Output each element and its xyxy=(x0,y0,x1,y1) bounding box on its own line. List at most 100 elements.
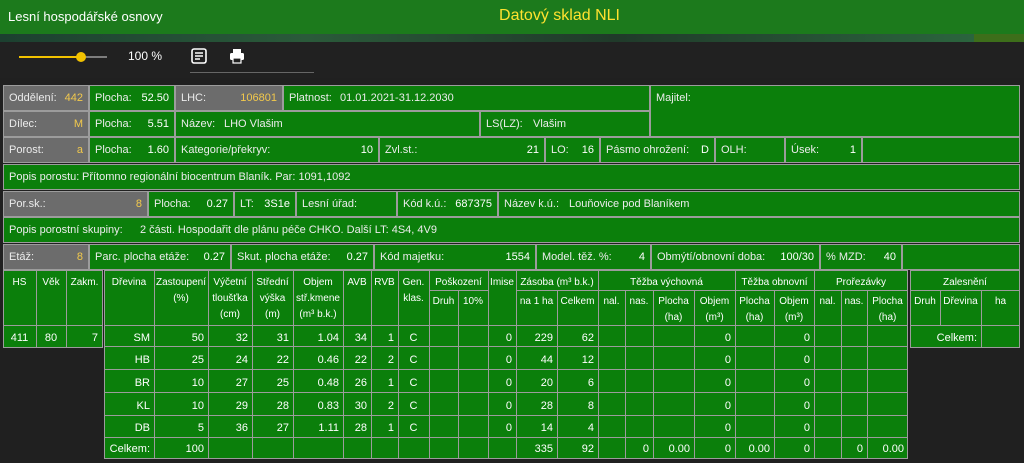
table-cell: 22 xyxy=(276,354,289,366)
table-cell: C xyxy=(409,400,418,412)
empty-field-2 xyxy=(902,244,1020,270)
total-zastoupeni: 100 xyxy=(185,443,204,455)
nazev-field: Název: LHO Vlašim xyxy=(175,111,480,137)
vek-value: 80 xyxy=(44,332,58,344)
porost-plocha-field: Plocha: 1.60 xyxy=(89,137,175,163)
to-objem-unit: (m³) xyxy=(784,312,804,323)
total-na1ha: 335 xyxy=(534,443,553,455)
center-title: Datový sklad NLI xyxy=(499,7,620,24)
nazev-ku-field: Název k.ú.: Louňovice pod Blaníkem xyxy=(498,191,1020,217)
kod-majetku-field: Kód majetku: 1554 xyxy=(374,244,536,270)
pasmo-ohrozeni-field: Pásmo ohrožení: D xyxy=(600,137,715,163)
total-tv-objem: 0 xyxy=(724,443,731,455)
majitel-field: Majitel: xyxy=(650,85,1020,137)
tloustka-header-1: Výčetní xyxy=(213,277,247,288)
zal-druh-header: Druh xyxy=(914,296,936,307)
zalesneni-title: Zalesnění xyxy=(943,277,987,288)
table-cell: HB xyxy=(134,354,150,366)
table-cell: 0 xyxy=(803,332,810,344)
table-cell: 0.48 xyxy=(317,377,339,389)
table-cell: 0 xyxy=(803,377,810,389)
tloustka-header-2: tloušťka xyxy=(212,293,248,304)
mzd-field: % MZD: 40 xyxy=(820,244,902,270)
hs-value: 411 xyxy=(10,332,29,344)
total-tv-nas: 0 xyxy=(642,443,649,455)
model-tez-field: Model. těž. %: 4 xyxy=(536,244,651,270)
table-cell: 27 xyxy=(276,422,289,434)
table-cell: 2 xyxy=(387,354,394,366)
empty-field xyxy=(862,137,1020,163)
vyska-header-2: výška xyxy=(259,293,286,304)
table-cell: 44 xyxy=(540,354,553,366)
table-cell: 28 xyxy=(540,400,553,412)
porost-field: Porost: a xyxy=(3,137,89,163)
pr-plocha-unit: (ha) xyxy=(878,312,897,323)
total-to-plocha: 0.00 xyxy=(748,443,770,455)
table-cell: 29 xyxy=(235,400,248,412)
gen-header-1: Gen. xyxy=(402,277,425,288)
table-cell: 26 xyxy=(354,377,367,389)
parc-plocha-field: Parc. plocha etáže: 0.27 xyxy=(89,244,231,270)
tv-plocha-header: Plocha xyxy=(658,296,689,307)
table-cell: 1 xyxy=(387,377,394,389)
porsk-field: Por.sk.: 8 xyxy=(3,191,148,217)
zoom-slider[interactable] xyxy=(19,52,107,62)
table-cell: 0 xyxy=(803,422,810,434)
to-objem-header: Objem xyxy=(779,296,809,307)
table-cell: 229 xyxy=(534,332,553,344)
table-cell: KL xyxy=(136,400,150,412)
table-cell: 1.11 xyxy=(318,422,339,434)
table-cell: 1.04 xyxy=(317,332,339,344)
table-cell: 0 xyxy=(724,377,731,389)
tv-nas-header: nas. xyxy=(629,296,649,307)
zoom-slider-knob[interactable] xyxy=(75,52,86,62)
total-label: Celkem: xyxy=(109,443,150,455)
table-cell: SM xyxy=(133,332,151,344)
table-cell: 0.83 xyxy=(317,400,339,412)
table-cell: 1 xyxy=(387,422,394,434)
total-to-objem: 0 xyxy=(803,443,810,455)
platnost-field: Platnost: 01.01.2021-31.12.2030 xyxy=(283,85,650,111)
table-cell: 12 xyxy=(581,354,594,366)
table-cell: 5 xyxy=(197,422,204,434)
zasoba-celkem-header: Celkem xyxy=(560,296,595,307)
tv-objem-unit: (m³) xyxy=(705,312,724,323)
zasoba-header: Zásoba (m³ b.k.) xyxy=(520,277,594,288)
vek-header: Věk xyxy=(42,277,60,288)
ls-field: LS(LZ): Vlašim xyxy=(480,111,650,137)
table-cell: 0 xyxy=(505,377,512,389)
table-cell: 0 xyxy=(724,422,731,434)
zal-ha-header: ha xyxy=(994,296,1007,307)
lt-field: LT: 3S1e xyxy=(234,191,296,217)
zakm-value: 7 xyxy=(91,332,98,344)
table-cell: 24 xyxy=(235,354,248,366)
total-pr-nas: 0 xyxy=(856,443,863,455)
table-cell: 4 xyxy=(587,422,594,434)
zal-celkem-label: Celkem: xyxy=(936,332,977,344)
tezba-obnovni-header: Těžba obnovní xyxy=(741,277,808,288)
table-cell: 1 xyxy=(387,332,394,344)
zal-drevina-header: Dřevina xyxy=(943,296,978,307)
porsk-plocha-field: Plocha: 0.27 xyxy=(148,191,234,217)
to-plocha-unit: (ha) xyxy=(745,312,764,323)
tezba-vychovna-header: Těžba výchovná xyxy=(630,277,703,288)
prorezavky-header: Prořezávky xyxy=(835,277,886,288)
notes-icon[interactable] xyxy=(190,47,208,65)
table-cell: 34 xyxy=(354,332,367,344)
olh-field: OLH: xyxy=(715,137,785,163)
imise-header: Imise xyxy=(490,277,514,288)
vyska-unit: (m) xyxy=(265,309,280,320)
drevina-header: Dřevina xyxy=(111,277,147,288)
dilec-field: Dílec: M xyxy=(3,111,89,137)
table-cell: BR xyxy=(134,377,150,389)
table-cell: 36 xyxy=(235,422,248,434)
table-cell: 10 xyxy=(191,400,204,412)
na1ha-header: na 1 ha xyxy=(519,296,554,307)
tv-nal-header: nal. xyxy=(603,296,620,307)
table-cell: 0 xyxy=(724,354,731,366)
kod-ku-field: Kód k.ú.: 687375 xyxy=(397,191,498,217)
lhc-field: LHC: 106801 xyxy=(175,85,283,111)
table-cell: 22 xyxy=(354,354,367,366)
print-icon[interactable] xyxy=(228,47,246,65)
table-cell: 0 xyxy=(724,332,731,344)
